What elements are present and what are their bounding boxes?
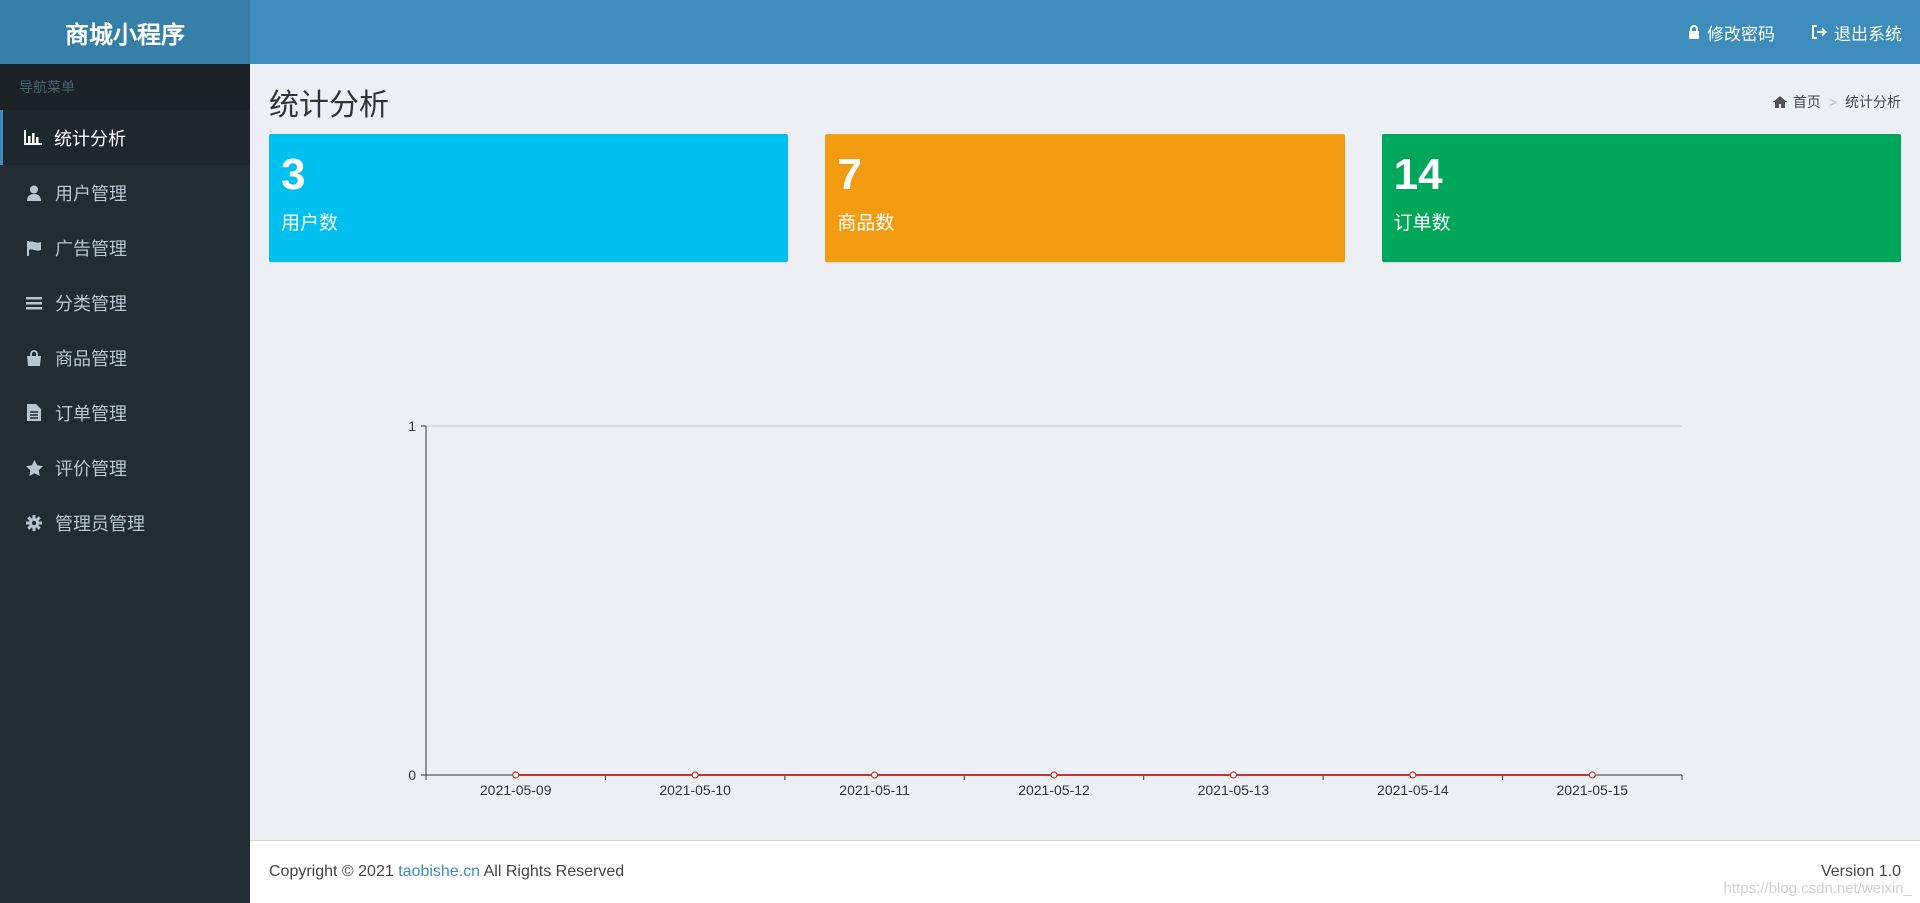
footer-link[interactable]: taobishe.cn [398, 863, 480, 880]
lock-icon [1689, 25, 1699, 39]
flag-icon [23, 239, 45, 257]
sidebar-item-label: 分类管理 [55, 293, 127, 314]
stat-box-orders: 14 订单数 [1381, 134, 1901, 262]
stat-label: 订单数 [1393, 213, 1451, 234]
data-point [1050, 771, 1058, 779]
version-text: Version 1.0 [1820, 863, 1901, 880]
stat-value: 3 [281, 150, 306, 199]
sidebar-item-label: 订单管理 [55, 403, 127, 424]
sign-out-icon [1812, 25, 1827, 39]
bar-chart-icon [22, 129, 44, 147]
logout-label: 退出系统 [1834, 24, 1902, 44]
sidebar-item-label: 广告管理 [55, 238, 127, 259]
file-icon [23, 404, 45, 422]
stat-box-users: 3 用户数 [269, 134, 789, 262]
shopping-bag-icon [23, 349, 45, 367]
data-point [870, 771, 879, 779]
app-logo[interactable]: 商城小程序 [0, 0, 250, 64]
change-password-link[interactable]: 修改密码 [1688, 20, 1775, 45]
stat-label: 商品数 [837, 213, 895, 234]
copyright-suffix: All Rights Reserved [480, 863, 625, 880]
stat-boxes: 3 用户数 7 商品数 14 订单数 [269, 134, 1901, 262]
change-password-label: 修改密码 [1707, 24, 1775, 44]
user-icon [23, 184, 45, 202]
x-tick-label: 2021-05-15 [1556, 782, 1628, 798]
sidebar-item-label: 统计分析 [54, 128, 126, 149]
home-icon [1772, 96, 1787, 108]
gear-icon [23, 514, 45, 532]
top-navbar: 修改密码 退出系统 [250, 0, 1920, 64]
list-icon [23, 294, 45, 312]
x-tick-label: 2021-05-13 [1198, 782, 1270, 798]
sidebar-header: 导航菜单 [0, 64, 250, 110]
copyright: Copyright © 2021 taobishe.cn All Rights … [269, 863, 624, 881]
stat-value: 7 [837, 150, 862, 199]
x-tick-label: 2021-05-12 [1018, 782, 1090, 798]
data-point [691, 771, 699, 779]
breadcrumb-home-label: 首页 [1792, 94, 1821, 110]
stat-value: 14 [1393, 150, 1443, 199]
sidebar-item-categories[interactable]: 分类管理 [0, 275, 250, 330]
main-content: 统计分析 首页 > 统计分析 3 用户数 7 商品数 14 订单数 0 1 2021… [250, 64, 1920, 840]
x-tick-label: 2021-05-14 [1377, 782, 1449, 798]
data-point [512, 771, 520, 779]
sidebar-item-products[interactable]: 商品管理 [0, 330, 250, 385]
logout-link[interactable]: 退出系统 [1811, 20, 1902, 45]
sidebar-item-orders[interactable]: 订单管理 [0, 385, 250, 440]
sidebar-item-ads[interactable]: 广告管理 [0, 220, 250, 275]
sidebar-item-label: 用户管理 [55, 183, 127, 204]
data-point [1409, 771, 1417, 779]
sidebar-item-statistics[interactable]: 统计分析 [0, 110, 250, 165]
sidebar: 导航菜单 统计分析 用户管理 广告管理 分类管理 商品管理 订单管理 评价管理 … [0, 64, 250, 903]
line-chart: 0 1 2021-05-09 2021-05-10 2021-05-11 2021-05-… [408, 418, 1683, 798]
x-tick-label: 2021-05-09 [480, 782, 552, 798]
breadcrumb-current: 统计分析 [1845, 94, 1901, 110]
sidebar-item-label: 评价管理 [55, 458, 127, 479]
sidebar-item-users[interactable]: 用户管理 [0, 165, 250, 220]
copyright-prefix: Copyright © 2021 [269, 863, 399, 880]
breadcrumb-separator: > [1828, 94, 1837, 110]
footer: Copyright © 2021 taobishe.cn All Rights … [250, 840, 1920, 903]
y-tick-label: 0 [408, 767, 416, 783]
breadcrumb: 首页 > 统计分析 [1772, 92, 1901, 112]
data-point [1229, 771, 1238, 779]
data-point [1588, 771, 1596, 779]
page-title: 统计分析 [269, 89, 389, 122]
breadcrumb-home[interactable]: 首页 [1772, 92, 1821, 112]
y-tick-label: 1 [408, 418, 416, 434]
sidebar-item-label: 商品管理 [55, 348, 127, 369]
stat-box-products: 7 商品数 [825, 134, 1345, 262]
x-tick-label: 2021-05-10 [659, 782, 731, 798]
sidebar-item-reviews[interactable]: 评价管理 [0, 440, 250, 495]
stat-label: 用户数 [281, 213, 339, 234]
sidebar-item-admins[interactable]: 管理员管理 [0, 495, 250, 550]
star-icon [23, 459, 45, 477]
sidebar-item-label: 管理员管理 [55, 513, 145, 534]
x-tick-label: 2021-05-11 [839, 782, 910, 798]
watermark: https://blog.csdn.net/weixin_ [1723, 880, 1912, 897]
